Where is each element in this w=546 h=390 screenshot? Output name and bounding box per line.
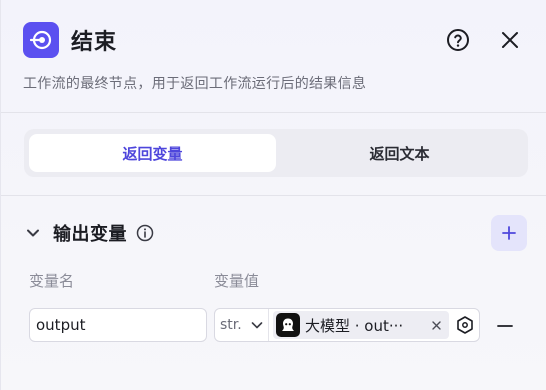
variable-reference-tag[interactable]: 大模型 · out···: [273, 311, 449, 339]
section-title: 输出变量: [53, 224, 127, 245]
node-title: 结束: [71, 30, 118, 55]
divider: [1, 112, 546, 113]
add-variable-button[interactable]: [491, 215, 527, 251]
close-icon[interactable]: [429, 318, 443, 332]
chevron-down-icon: [251, 322, 263, 329]
divider: [1, 195, 546, 196]
variable-name-input[interactable]: [29, 308, 207, 342]
end-node-panel: 结束 工作流的最终节点，用于返回工作流运行后的结果信息 返回变量 返回文本 输出…: [0, 0, 546, 390]
panel-header: 结束: [23, 22, 528, 58]
tab-return-text[interactable]: 返回文本: [276, 134, 523, 172]
info-icon[interactable]: [135, 223, 155, 243]
plus-icon: [502, 226, 516, 240]
output-variables-header: 输出变量: [23, 215, 527, 251]
variable-hexagon-icon[interactable]: [455, 315, 475, 335]
column-label-value: 变量值: [214, 272, 260, 290]
return-mode-tabs: 返回变量 返回文本: [24, 129, 528, 177]
tab-return-variables[interactable]: 返回变量: [29, 134, 276, 172]
value-type-label: str.: [220, 317, 242, 333]
value-type-select[interactable]: str.: [215, 309, 269, 341]
node-description: 工作流的最终节点，用于返回工作流运行后的结果信息: [23, 76, 367, 92]
variable-value-field: str. 大模型 · out···: [214, 308, 480, 342]
help-circle-icon[interactable]: [440, 22, 476, 58]
chevron-down-icon[interactable]: [23, 223, 43, 243]
column-label-name: 变量名: [29, 272, 75, 290]
close-icon[interactable]: [492, 22, 528, 58]
header-actions: [440, 22, 528, 58]
end-node-icon: [23, 22, 59, 58]
minus-icon[interactable]: [495, 316, 515, 336]
reference-label: 大模型 · out···: [305, 316, 404, 335]
llm-model-icon: [276, 313, 300, 337]
